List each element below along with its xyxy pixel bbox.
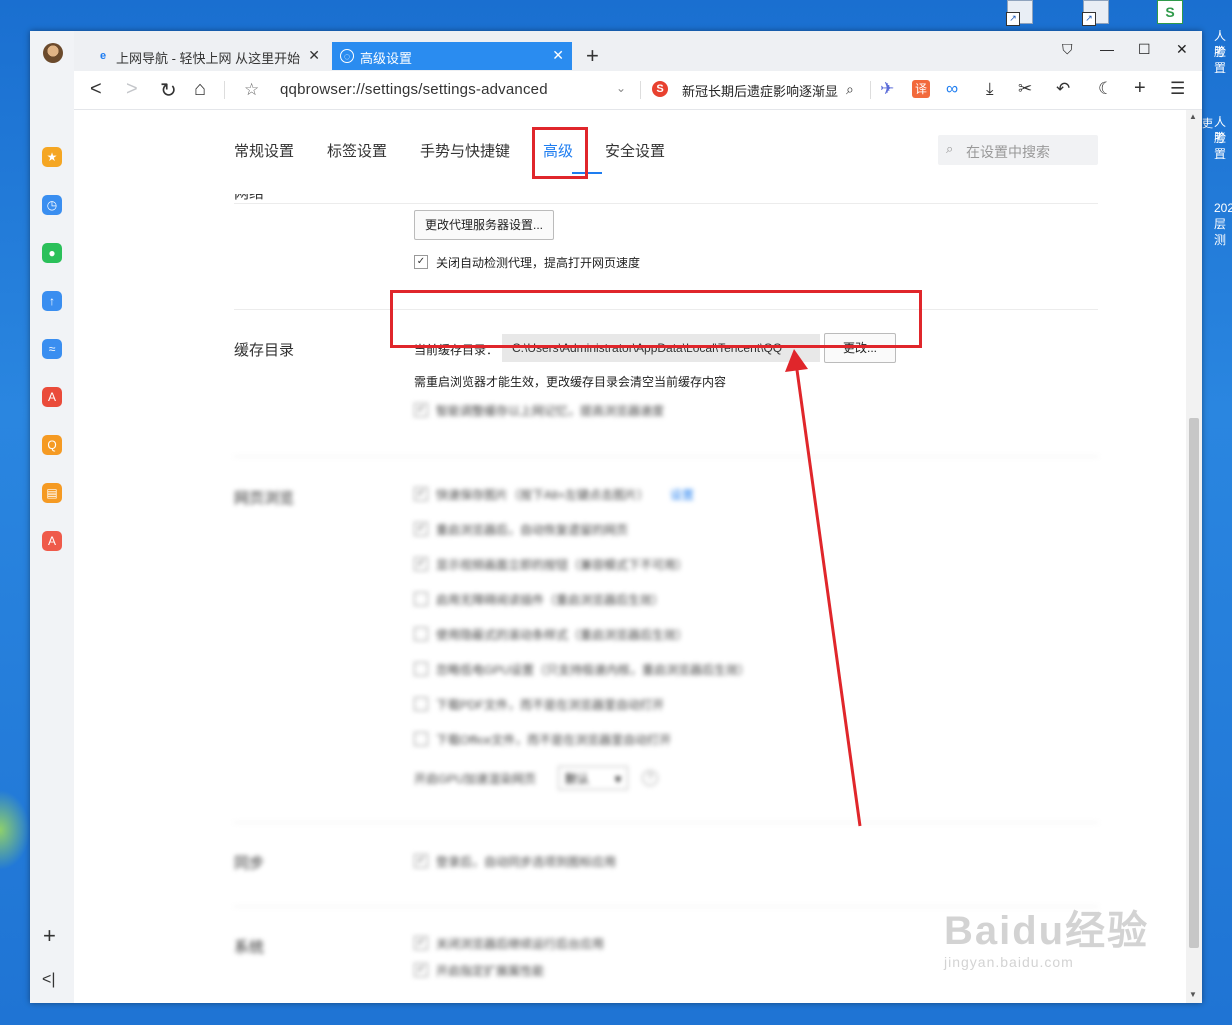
watermark-title: Baidu经验 (944, 909, 1150, 953)
baidu-watermark: Baidu经验 jingyan.baidu.com (944, 898, 1149, 970)
annotation-arrow (785, 349, 862, 827)
watermark-url: jingyan.baidu.com (944, 954, 1074, 970)
